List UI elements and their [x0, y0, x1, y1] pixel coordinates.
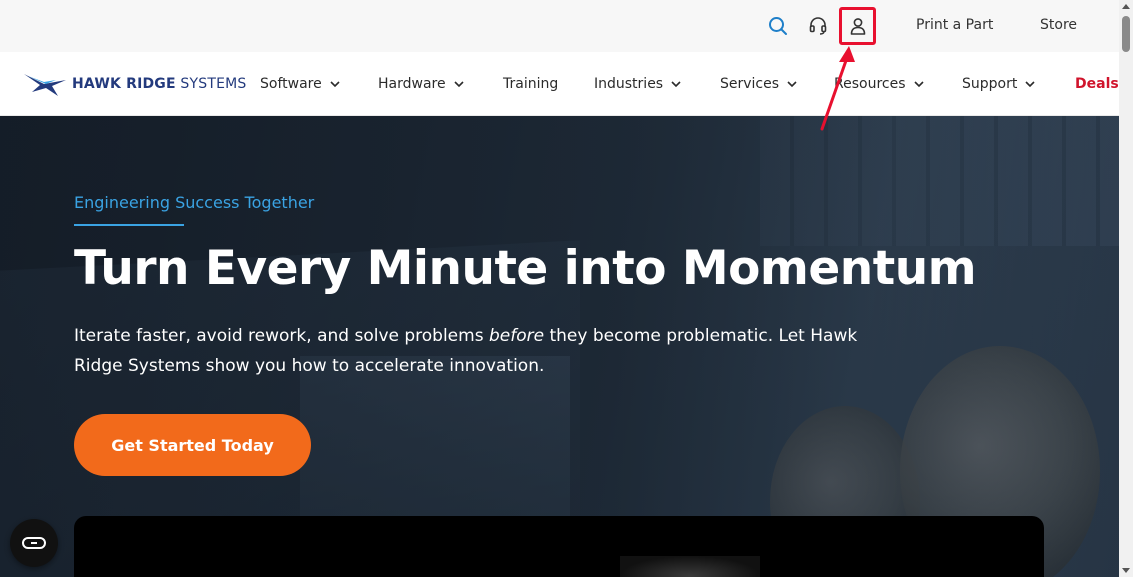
nav-support[interactable]: Support [962, 76, 1035, 92]
nav-software-label: Software [260, 76, 322, 92]
hero-title: Turn Every Minute into Momentum [74, 241, 977, 296]
chat-widget-button[interactable] [10, 519, 58, 567]
video-thumbnail-figure [620, 556, 760, 577]
get-started-button[interactable]: Get Started Today [74, 414, 311, 476]
hawk-logo-icon [24, 74, 66, 96]
nav-hardware-label: Hardware [378, 76, 446, 92]
chevron-down-icon [1025, 81, 1035, 88]
chevron-down-icon [787, 81, 797, 88]
hawk-ridge-logo[interactable]: HAWK RIDGE SYSTEMS [22, 70, 247, 98]
hero-description: Iterate faster, avoid rework, and solve … [74, 326, 858, 376]
utility-bar: Print a Part Store [0, 0, 1119, 52]
nav-resources[interactable]: Resources [834, 76, 924, 92]
headset-icon[interactable] [806, 14, 830, 38]
chat-infinity-icon [22, 537, 46, 549]
scroll-thumb[interactable] [1122, 16, 1130, 52]
chevron-down-icon [671, 81, 681, 88]
nav-industries-label: Industries [594, 76, 664, 92]
main-nav: HAWK RIDGE SYSTEMS Software Hardware Tra… [0, 52, 1119, 116]
nav-services-label: Services [720, 76, 780, 92]
scroll-up-arrow-icon[interactable] [1122, 4, 1130, 9]
hero-section: Engineering Success Together Turn Every … [0, 116, 1119, 577]
nav-industries[interactable]: Industries [594, 76, 681, 92]
eyebrow-underline [74, 224, 184, 226]
user-icon-highlight [839, 7, 876, 45]
hero-video-panel[interactable] [74, 516, 1044, 577]
page-scrollbar[interactable] [1119, 0, 1133, 577]
nav-resources-label: Resources [834, 76, 906, 92]
chevron-down-icon [454, 81, 464, 88]
print-a-part-link[interactable]: Print a Part [916, 17, 993, 33]
chevron-down-icon [330, 81, 340, 88]
chevron-down-icon [913, 81, 924, 88]
nav-hardware[interactable]: Hardware [378, 76, 464, 92]
nav-deals-label: Deals [1075, 76, 1119, 92]
nav-deals[interactable]: Deals [1075, 76, 1119, 92]
scroll-down-arrow-icon[interactable] [1122, 568, 1130, 573]
nav-training[interactable]: Training [503, 76, 558, 92]
nav-software[interactable]: Software [260, 76, 340, 92]
search-icon[interactable] [766, 14, 790, 38]
logo-text: HAWK RIDGE SYSTEMS [72, 76, 247, 92]
nav-services[interactable]: Services [720, 76, 797, 92]
nav-support-label: Support [962, 76, 1018, 92]
store-link[interactable]: Store [1040, 17, 1077, 33]
hero-eyebrow: Engineering Success Together [74, 193, 315, 212]
nav-training-label: Training [503, 76, 559, 92]
